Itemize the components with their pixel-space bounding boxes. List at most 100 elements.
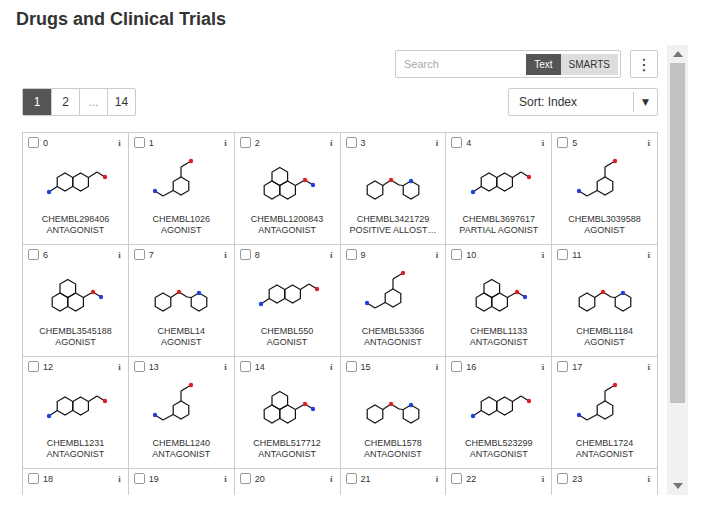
- info-icon[interactable]: i: [542, 250, 547, 260]
- menu-button[interactable]: ⋮: [630, 50, 658, 78]
- card-checkbox[interactable]: [557, 249, 568, 260]
- info-icon[interactable]: i: [436, 138, 441, 148]
- compound-card[interactable]: 5iCHEMBL3039588AGONIST: [552, 133, 658, 245]
- card-checkbox[interactable]: [451, 249, 462, 260]
- compound-card[interactable]: 0iCHEMBL298406ANTAGONIST: [23, 133, 129, 245]
- info-icon[interactable]: i: [118, 474, 123, 484]
- compound-card[interactable]: 22 i: [446, 469, 552, 495]
- sort-dropdown[interactable]: Sort: Index▼: [508, 88, 658, 116]
- card-header: 20i: [240, 472, 335, 485]
- compound-card[interactable]: 16iCHEMBL523299ANTAGONIST: [446, 357, 552, 469]
- card-checkbox[interactable]: [346, 249, 357, 260]
- compound-card[interactable]: 7iCHEMBL14AGONIST: [129, 245, 235, 357]
- card-checkbox[interactable]: [134, 249, 145, 260]
- card-checkbox[interactable]: [557, 137, 568, 148]
- info-icon[interactable]: i: [330, 250, 335, 260]
- search-input[interactable]: [396, 58, 524, 70]
- compound-card[interactable]: 19i: [129, 469, 235, 495]
- compound-card[interactable]: 6iCHEMBL3545188AGONIST: [23, 245, 129, 357]
- info-icon[interactable]: i: [436, 362, 441, 372]
- info-icon[interactable]: i: [330, 362, 335, 372]
- card-checkbox[interactable]: [451, 361, 462, 372]
- info-icon[interactable]: i: [436, 474, 441, 484]
- action-type: AGONIST: [161, 337, 202, 348]
- card-index: 22: [466, 474, 537, 484]
- compound-card[interactable]: 17iCHEMBL1724ANTAGONIST: [552, 357, 658, 469]
- card-checkbox[interactable]: [240, 249, 251, 260]
- info-icon[interactable]: i: [436, 250, 441, 260]
- action-type: ANTAGONIST: [258, 225, 316, 236]
- scroll-down-icon[interactable]: [673, 483, 683, 489]
- info-icon[interactable]: i: [224, 250, 229, 260]
- compound-card[interactable]: 14iCHEMBL517712ANTAGONIST: [235, 357, 341, 469]
- info-icon[interactable]: i: [647, 250, 652, 260]
- card-checkbox[interactable]: [28, 249, 39, 260]
- card-index: 18: [43, 474, 114, 484]
- card-checkbox[interactable]: [240, 473, 251, 484]
- compound-card[interactable]: 1iCHEMBL1026AGONIST: [129, 133, 235, 245]
- info-icon[interactable]: i: [330, 138, 335, 148]
- card-checkbox[interactable]: [557, 361, 568, 372]
- compound-id: CHEMBL3545188: [39, 326, 112, 337]
- info-icon[interactable]: i: [224, 138, 229, 148]
- info-icon[interactable]: i: [118, 138, 123, 148]
- card-index: 4: [466, 138, 537, 148]
- action-type: ANTAGONIST: [46, 449, 104, 460]
- compound-card[interactable]: 13iCHEMBL1240ANTAGONIST: [129, 357, 235, 469]
- compound-card[interactable]: 23i: [552, 469, 658, 495]
- molecule-icon: [35, 150, 115, 210]
- card-checkbox[interactable]: [240, 361, 251, 372]
- search-mode-button[interactable]: Text: [526, 54, 560, 75]
- card-checkbox[interactable]: [346, 137, 357, 148]
- info-icon[interactable]: i: [330, 474, 335, 484]
- info-icon[interactable]: i: [118, 362, 123, 372]
- info-icon[interactable]: i: [647, 138, 652, 148]
- compound-card[interactable]: 4iCHEMBL3697617PARTIAL AGONIST: [446, 133, 552, 245]
- info-icon[interactable]: i: [542, 138, 547, 148]
- compound-card[interactable]: 8iCHEMBL550AGONIST: [235, 245, 341, 357]
- info-icon[interactable]: i: [542, 474, 547, 484]
- card-index: 15: [361, 362, 432, 372]
- compound-card[interactable]: 11iCHEMBL1184AGONIST: [552, 245, 658, 357]
- card-index: 8: [255, 250, 326, 260]
- page-button[interactable]: 14: [107, 89, 135, 115]
- card-checkbox[interactable]: [240, 137, 251, 148]
- card-header: 13i: [134, 360, 229, 373]
- compound-card[interactable]: 9iCHEMBL53366ANTAGONIST: [341, 245, 447, 357]
- info-icon[interactable]: i: [542, 362, 547, 372]
- card-checkbox[interactable]: [28, 137, 39, 148]
- compound-card[interactable]: 3iCHEMBL3421729POSITIVE ALLOST…: [341, 133, 447, 245]
- page-button[interactable]: 1: [23, 89, 51, 115]
- scroll-thumb[interactable]: [670, 63, 685, 403]
- compound-card[interactable]: 20i: [235, 469, 341, 495]
- compound-card[interactable]: 21i: [341, 469, 447, 495]
- card-checkbox[interactable]: [28, 473, 39, 484]
- card-checkbox[interactable]: [134, 361, 145, 372]
- compound-id: CHEMBL1026: [152, 214, 210, 225]
- scrollbar[interactable]: [667, 45, 688, 495]
- card-checkbox[interactable]: [134, 137, 145, 148]
- info-icon[interactable]: i: [118, 250, 123, 260]
- search-mode-button[interactable]: SMARTS: [561, 54, 619, 75]
- compound-id: CHEMBL1184: [576, 326, 633, 337]
- scroll-up-icon[interactable]: [673, 51, 683, 57]
- card-checkbox[interactable]: [451, 137, 462, 148]
- info-icon[interactable]: i: [647, 362, 652, 372]
- card-index: 2: [255, 138, 326, 148]
- card-checkbox[interactable]: [134, 473, 145, 484]
- card-checkbox[interactable]: [346, 473, 357, 484]
- card-checkbox[interactable]: [557, 473, 568, 484]
- compound-card[interactable]: 18 i: [23, 469, 129, 495]
- compound-card[interactable]: 10iCHEMBL1133ANTAGONIST: [446, 245, 552, 357]
- page-button[interactable]: 2: [51, 89, 79, 115]
- info-icon[interactable]: i: [224, 474, 229, 484]
- info-icon[interactable]: i: [647, 474, 652, 484]
- card-checkbox[interactable]: [346, 361, 357, 372]
- card-checkbox[interactable]: [28, 361, 39, 372]
- card-checkbox[interactable]: [451, 473, 462, 484]
- compound-card[interactable]: 15iCHEMBL1578ANTAGONIST: [341, 357, 447, 469]
- compound-card[interactable]: 2iCHEMBL1200843ANTAGONIST: [235, 133, 341, 245]
- compound-card[interactable]: 12iCHEMBL1231ANTAGONIST: [23, 357, 129, 469]
- info-icon[interactable]: i: [224, 362, 229, 372]
